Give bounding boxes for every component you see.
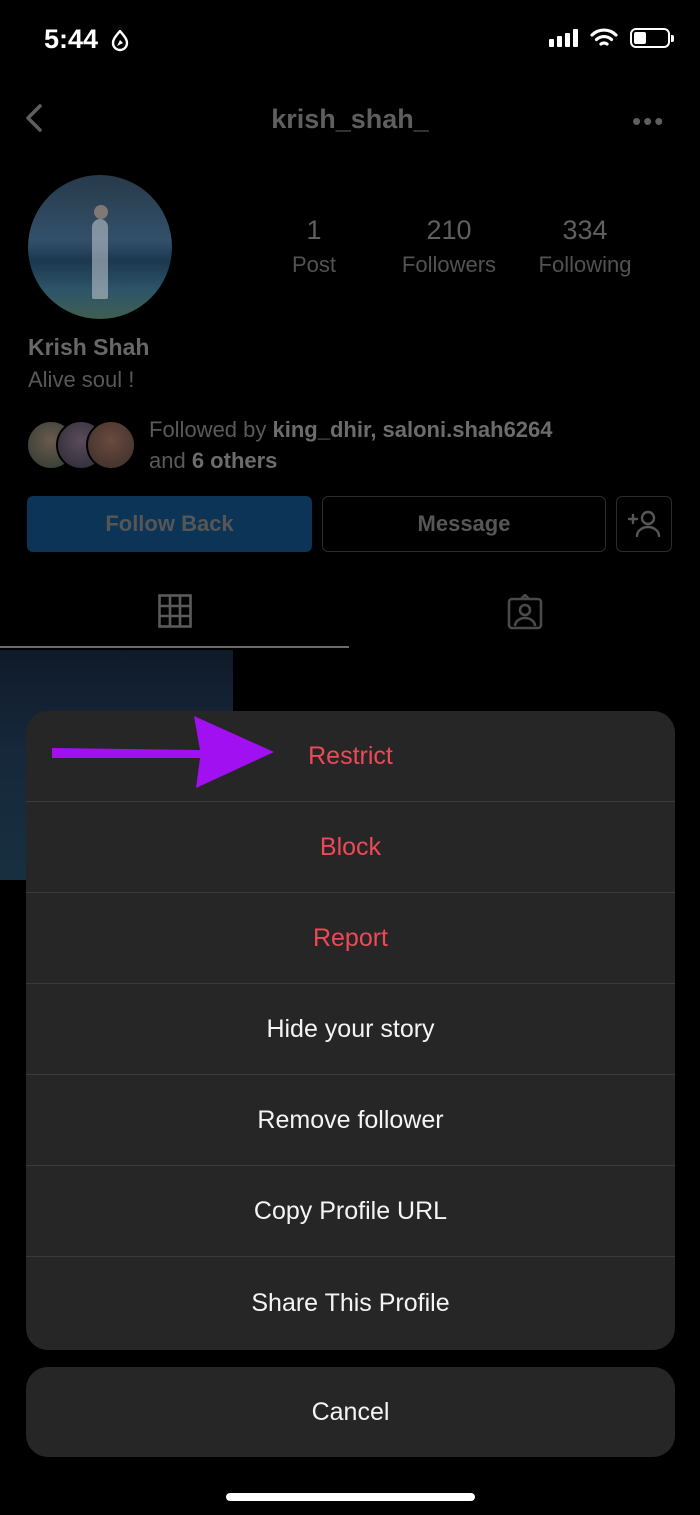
followed-by-and: and: [149, 448, 192, 473]
hide-story-option[interactable]: Hide your story: [26, 984, 675, 1075]
battery-icon: [630, 28, 674, 48]
stat-posts-value: 1: [306, 215, 322, 245]
stat-posts[interactable]: 1 Post: [244, 215, 384, 278]
status-indicators: [549, 28, 674, 48]
home-indicator[interactable]: [226, 1493, 475, 1501]
followed-by-text[interactable]: Followed by king_dhir, saloni.shah6264 a…: [149, 414, 553, 476]
stat-following-value: 334: [562, 215, 608, 245]
stat-following[interactable]: 334 Following: [515, 215, 655, 278]
stat-followers[interactable]: 210 Followers: [379, 215, 519, 278]
report-option[interactable]: Report: [26, 893, 675, 984]
status-time: 5:44: [44, 24, 99, 54]
wifi-icon: [590, 28, 618, 46]
stat-followers-value: 210: [426, 215, 472, 245]
location-icon: [110, 29, 130, 57]
cellular-signal-icon: [549, 29, 578, 47]
remove-follower-option[interactable]: Remove follower: [26, 1075, 675, 1166]
suggested-users-button[interactable]: [616, 496, 672, 552]
stat-followers-label: Followers: [401, 252, 497, 277]
stat-posts-label: Post: [291, 252, 337, 277]
mutual-followers-avatars[interactable]: [26, 420, 136, 470]
annotation-arrow-icon: [52, 716, 274, 788]
block-option[interactable]: Block: [26, 802, 675, 893]
add-user-icon: [627, 510, 661, 538]
copy-profile-url-option[interactable]: Copy Profile URL: [26, 1166, 675, 1257]
stat-following-label: Following: [538, 252, 632, 277]
display-name: Krish Shah: [28, 334, 150, 360]
cancel-button[interactable]: Cancel: [26, 1367, 675, 1457]
followed-by-prefix: Followed by: [149, 417, 273, 442]
profile-username: krish_shah_: [271, 104, 429, 134]
tagged-photos-icon[interactable]: [507, 594, 543, 630]
more-options-icon[interactable]: •••: [632, 106, 665, 137]
followed-by-names: king_dhir, saloni.shah6264: [272, 417, 553, 442]
profile-options-sheet: Restrict Block Report Hide your story Re…: [26, 711, 675, 1350]
followed-by-others: 6 others: [191, 448, 278, 473]
profile-avatar[interactable]: [28, 175, 172, 319]
share-profile-option[interactable]: Share This Profile: [26, 1257, 675, 1350]
follow-back-button[interactable]: Follow Back: [27, 496, 312, 552]
tab-indicator: [0, 646, 349, 648]
profile-bio: Alive soul !: [28, 367, 135, 392]
message-button[interactable]: Message: [322, 496, 606, 552]
avatar: [86, 420, 136, 470]
grid-icon[interactable]: [158, 594, 192, 628]
